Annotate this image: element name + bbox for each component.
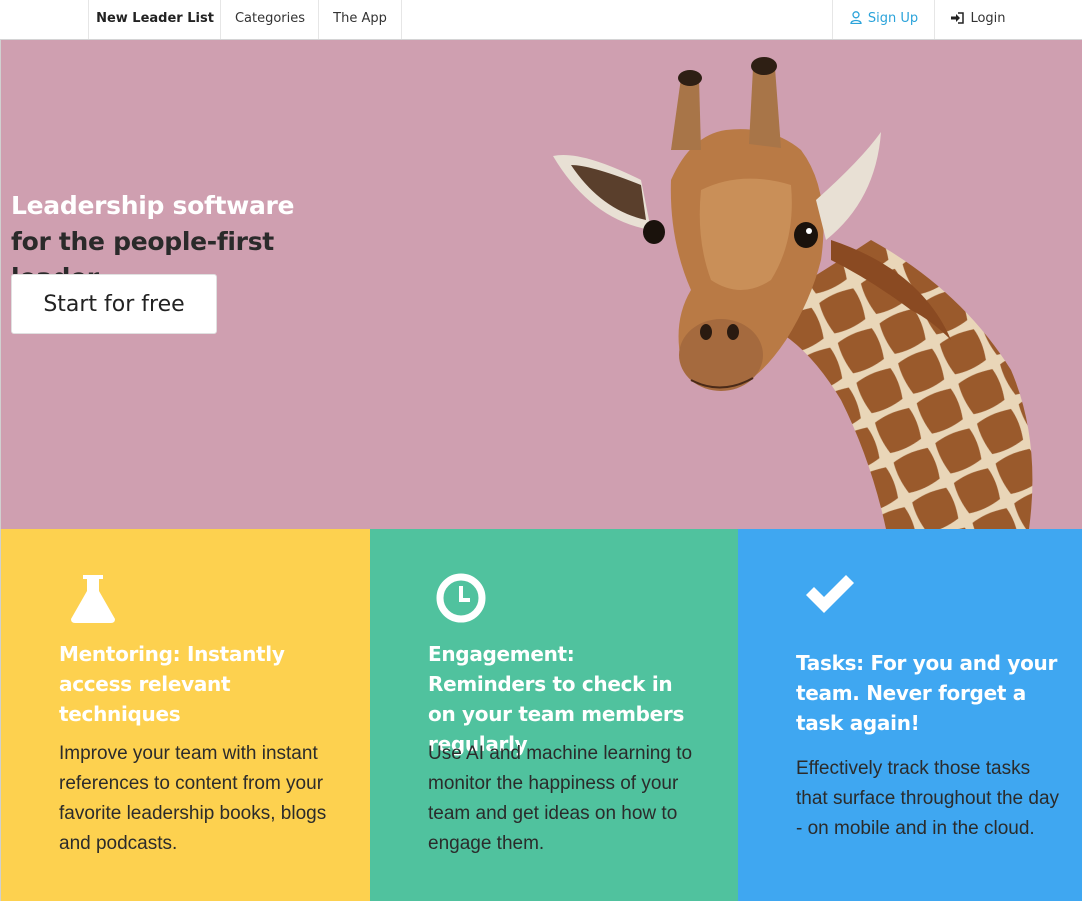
feature-tasks: Tasks: For you and your team. Never forg… [738,529,1082,901]
hero-section: Leadership software for the people-first… [0,40,1082,529]
feature-title: Tasks: For you and your team. Never forg… [796,651,1058,735]
start-for-free-button[interactable]: Start for free [11,274,217,334]
sign-in-icon [951,12,965,24]
nav-brand-link[interactable]: New Leader List [88,0,221,39]
feature-body: Effectively track those tasks that surfa… [796,758,1060,839]
feature-body: Improve your team with instant reference… [59,743,327,854]
feature-title: Mentoring: Instantly access relevant tec… [59,642,285,726]
feature-engagement: Engagement: Reminders to check in on you… [370,529,738,901]
signup-label: Sign Up [867,11,919,26]
clock-icon [436,573,486,623]
login-label: Login [970,11,1006,26]
login-link[interactable]: Login [934,0,1022,39]
nav-categories-link[interactable]: Categories [220,0,319,39]
feature-mentoring: Mentoring: Instantly access relevant tec… [0,529,370,901]
signup-link[interactable]: Sign Up [832,0,935,39]
checkmark-icon [806,575,854,613]
top-navbar: New Leader List Categories The App Sign … [0,0,1082,40]
nav-app-link[interactable]: The App [318,0,402,39]
feature-body: Use AI and machine learning to monitor t… [428,743,693,854]
flask-icon [71,575,115,623]
giraffe-image [553,57,1033,529]
user-icon [850,11,862,25]
headline-highlight: Leadership software [11,191,295,220]
